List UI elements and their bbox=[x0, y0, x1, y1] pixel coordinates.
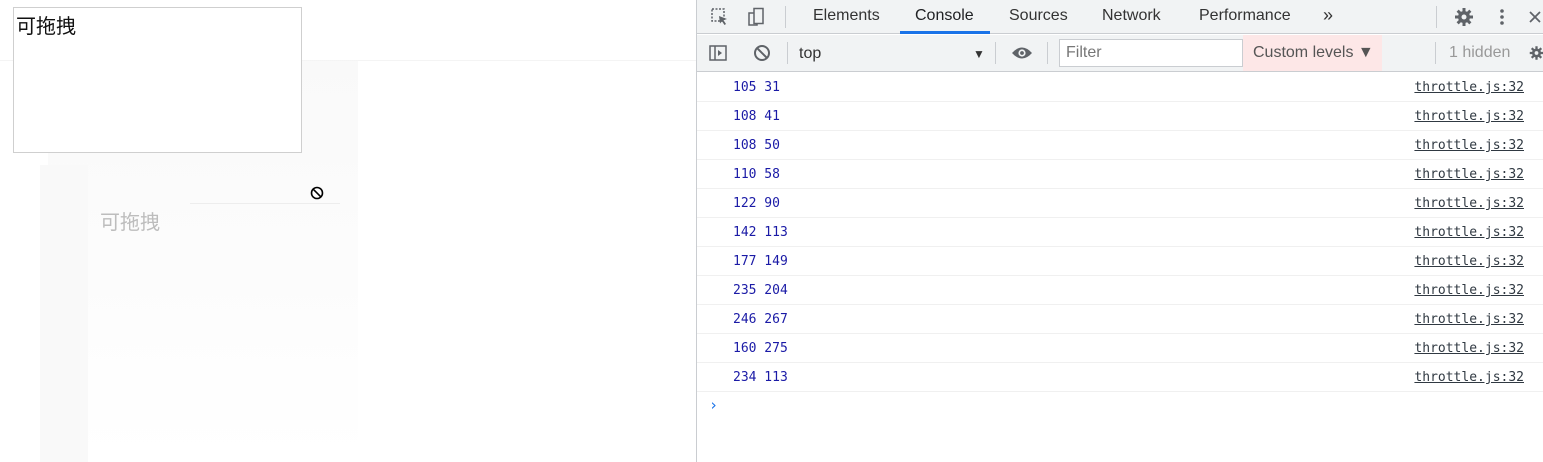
source-link[interactable]: throttle.js:32 bbox=[1414, 102, 1524, 131]
tab-network[interactable]: Network bbox=[1102, 0, 1161, 33]
page-viewport: 可拖拽 可拖拽 bbox=[0, 0, 696, 462]
drag-ghost-label: 可拖拽 bbox=[100, 210, 160, 234]
filter-input[interactable] bbox=[1059, 39, 1243, 67]
console-message: 142 113 throttle.js:32 bbox=[697, 218, 1543, 247]
source-link[interactable]: throttle.js:32 bbox=[1414, 276, 1524, 305]
no-drop-cursor-icon bbox=[310, 186, 324, 200]
source-link[interactable]: throttle.js:32 bbox=[1414, 73, 1524, 102]
console-message-text: 246 267 bbox=[733, 312, 788, 327]
devtools-tabbar: Elements Console Sources Network Perform… bbox=[697, 0, 1543, 34]
toolbar-separator bbox=[787, 42, 788, 64]
console-message: 160 275 throttle.js:32 bbox=[697, 334, 1543, 363]
source-link[interactable]: throttle.js:32 bbox=[1414, 189, 1524, 218]
toolbar-separator-4 bbox=[1435, 42, 1436, 64]
console-message: 122 90 throttle.js:32 bbox=[697, 189, 1543, 218]
close-icon[interactable] bbox=[1527, 6, 1543, 28]
prompt-chevron-icon: › bbox=[709, 396, 719, 414]
console-message-text: 235 204 bbox=[733, 283, 788, 298]
source-link[interactable]: throttle.js:32 bbox=[1414, 305, 1524, 334]
console-message: 110 58 throttle.js:32 bbox=[697, 160, 1543, 189]
tab-sources[interactable]: Sources bbox=[1009, 0, 1068, 33]
console-log: 105 31 throttle.js:32 108 41 throttle.js:3… bbox=[697, 73, 1543, 422]
console-message-text: 234 113 bbox=[733, 370, 788, 385]
clear-console-icon[interactable] bbox=[751, 42, 773, 64]
drag-ghost-edge bbox=[40, 165, 88, 462]
console-message: 246 267 throttle.js:32 bbox=[697, 305, 1543, 334]
tabbar-separator bbox=[785, 6, 786, 28]
console-message: 108 41 throttle.js:32 bbox=[697, 102, 1543, 131]
hidden-messages-count: 1 hidden bbox=[1449, 44, 1511, 61]
draggable-box-label: 可拖拽 bbox=[16, 14, 76, 38]
context-dropdown-arrow-icon[interactable]: ▼ bbox=[973, 43, 985, 65]
console-message-text: 122 90 bbox=[733, 196, 780, 211]
source-link[interactable]: throttle.js:32 bbox=[1414, 363, 1524, 392]
show-sidebar-icon[interactable] bbox=[707, 42, 729, 64]
source-link[interactable]: throttle.js:32 bbox=[1414, 334, 1524, 363]
console-message-text: 108 50 bbox=[733, 138, 780, 153]
devtools-panel: Elements Console Sources Network Perform… bbox=[696, 0, 1543, 462]
tabbar-separator-right bbox=[1436, 6, 1437, 28]
console-message-text: 105 31 bbox=[733, 80, 780, 95]
tab-elements[interactable]: Elements bbox=[813, 0, 880, 33]
console-settings-gear-icon[interactable] bbox=[1529, 42, 1543, 64]
console-message-text: 142 113 bbox=[733, 225, 788, 240]
toolbar-separator-2 bbox=[995, 42, 996, 64]
tab-console[interactable]: Console bbox=[915, 0, 974, 33]
console-message: 177 149 throttle.js:32 bbox=[697, 247, 1543, 276]
console-prompt[interactable]: › bbox=[697, 392, 1543, 422]
console-message-text: 160 275 bbox=[733, 341, 788, 356]
inspect-element-icon[interactable] bbox=[709, 6, 731, 28]
source-link[interactable]: throttle.js:32 bbox=[1414, 247, 1524, 276]
custom-levels-dropdown[interactable]: Custom levels ▼ bbox=[1243, 35, 1382, 71]
tab-performance[interactable]: Performance bbox=[1199, 0, 1291, 33]
source-link[interactable]: throttle.js:32 bbox=[1414, 218, 1524, 247]
context-selector[interactable]: top bbox=[799, 43, 989, 65]
console-message: 105 31 throttle.js:32 bbox=[697, 73, 1543, 102]
live-expression-eye-icon[interactable] bbox=[1011, 42, 1033, 64]
source-link[interactable]: throttle.js:32 bbox=[1414, 131, 1524, 160]
active-tab-indicator bbox=[900, 31, 990, 34]
console-message-text: 108 41 bbox=[733, 109, 780, 124]
source-link[interactable]: throttle.js:32 bbox=[1414, 160, 1524, 189]
drag-ghost-outline bbox=[190, 203, 340, 204]
console-message: 108 50 throttle.js:32 bbox=[697, 131, 1543, 160]
toolbar-separator-3 bbox=[1047, 42, 1048, 64]
draggable-box[interactable]: 可拖拽 bbox=[13, 7, 302, 153]
console-message: 234 113 throttle.js:32 bbox=[697, 363, 1543, 392]
kebab-menu-icon[interactable] bbox=[1491, 6, 1513, 28]
device-toolbar-icon[interactable] bbox=[745, 6, 767, 28]
console-message-text: 177 149 bbox=[733, 254, 788, 269]
console-message: 235 204 throttle.js:32 bbox=[697, 276, 1543, 305]
console-toolbar: top ▼ Custom levels ▼ 1 hidden bbox=[697, 35, 1543, 72]
more-tabs-chevron-icon[interactable]: » bbox=[1323, 0, 1333, 33]
settings-gear-icon[interactable] bbox=[1453, 6, 1475, 28]
console-message-text: 110 58 bbox=[733, 167, 780, 182]
